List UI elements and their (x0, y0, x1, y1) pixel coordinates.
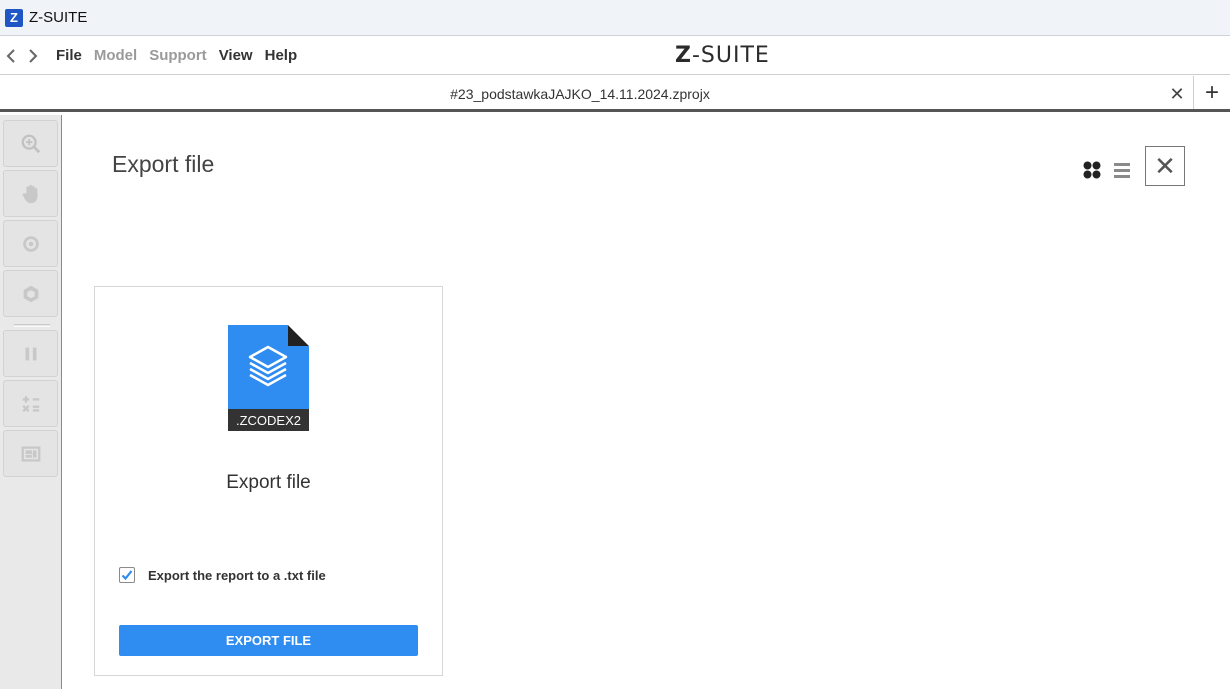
menu-bar: File Model Support View Help Z-SUITE (0, 37, 1230, 75)
brand-prefix: Z (675, 43, 692, 68)
rotate-icon (22, 235, 39, 252)
title-bar: Z Z-SUITE (0, 0, 1230, 36)
export-report-option[interactable]: Export the report to a .txt file (119, 567, 326, 583)
chevron-right-icon[interactable] (22, 37, 44, 75)
pause-icon (25, 347, 36, 360)
tab-bar: #23_podstawkaJAJKO_14.11.2024.zprojx ✕ + (0, 76, 1230, 112)
brand-logo: Z-SUITE (675, 43, 770, 68)
tab-close-icon[interactable]: ✕ (1166, 80, 1188, 108)
calculator-icon (21, 395, 39, 412)
file-extension-label: .ZCODEX2 (236, 413, 301, 428)
chevron-left-icon[interactable] (0, 37, 22, 75)
menu-model[interactable]: Model (94, 47, 137, 64)
export-card: .ZCODEX2 Export file Export the report t… (94, 286, 443, 676)
layout-button[interactable] (3, 430, 58, 477)
close-icon[interactable]: ✕ (1145, 146, 1185, 186)
left-toolbar (0, 115, 62, 689)
menu-support[interactable]: Support (149, 47, 207, 64)
app-logo-icon: Z (5, 8, 23, 27)
pause-button[interactable] (3, 330, 58, 377)
menu-file[interactable]: File (56, 47, 82, 64)
card-title: Export file (226, 472, 311, 493)
export-report-checkbox[interactable] (119, 567, 135, 583)
view-cube-icon (23, 285, 38, 302)
export-file-button[interactable]: EXPORT FILE (119, 625, 418, 656)
toolbar-divider (14, 324, 50, 327)
zoom-icon (21, 134, 40, 153)
grid-view-icon[interactable] (1083, 161, 1101, 179)
export-report-label: Export the report to a .txt file (148, 567, 326, 583)
zoom-tool-button[interactable] (3, 120, 58, 167)
list-view-icon[interactable] (1113, 161, 1131, 179)
checkmark-icon (121, 570, 133, 581)
window-title: Z-SUITE (29, 9, 88, 26)
zcodex-file-icon: .ZCODEX2 (228, 325, 309, 431)
menu-help[interactable]: Help (265, 47, 298, 64)
layout-icon (21, 445, 40, 462)
pan-hand-icon (22, 184, 37, 203)
view-cube-button[interactable] (3, 270, 58, 317)
add-tab-button[interactable]: + (1193, 76, 1230, 109)
pan-tool-button[interactable] (3, 170, 58, 217)
rotate-tool-button[interactable] (3, 220, 58, 267)
page-title: Export file (112, 151, 215, 177)
brand-suffix: -SUITE (691, 43, 770, 68)
tab-project-file[interactable]: #23_podstawkaJAJKO_14.11.2024.zprojx (0, 86, 1160, 102)
menu-view[interactable]: View (219, 47, 253, 64)
calculator-button[interactable] (3, 380, 58, 427)
